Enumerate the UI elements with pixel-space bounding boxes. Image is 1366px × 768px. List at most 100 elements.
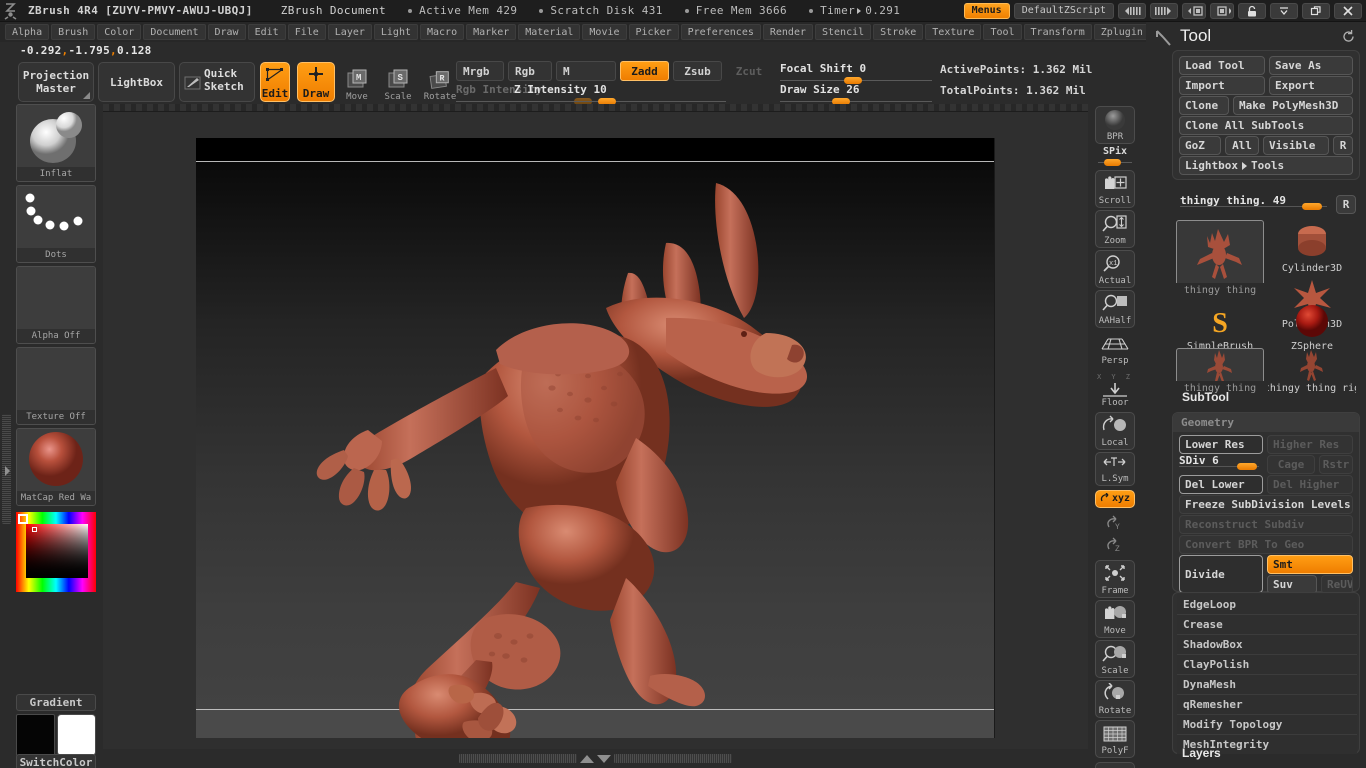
all-button[interactable]: All [1225, 136, 1259, 155]
prev-scroll-icon[interactable] [1118, 2, 1146, 19]
freeze-subdivision-levels-button[interactable]: Freeze SubDivision Levels [1179, 495, 1353, 514]
tool-thumb-thingy-thing[interactable]: thingy thing [1176, 220, 1264, 298]
menu-item-render[interactable]: Render [762, 24, 813, 40]
local-button[interactable]: Local [1095, 412, 1135, 450]
menu-item-zplugin[interactable]: Zplugin [1093, 24, 1150, 40]
rgb-button[interactable]: Rgb [508, 61, 552, 81]
mrgb-button[interactable]: Mrgb [456, 61, 504, 81]
menu-item-transform[interactable]: Transform [1023, 24, 1092, 40]
section-dynamesh[interactable]: DynaMesh [1177, 674, 1357, 694]
zcut-button[interactable]: Zcut [726, 61, 772, 81]
tool-thumb-zsphere[interactable]: ZSphere [1268, 302, 1356, 354]
transparency-button[interactable] [1095, 762, 1135, 768]
import-button[interactable]: Import [1179, 76, 1265, 95]
menu-item-movie[interactable]: Movie [582, 24, 627, 40]
make-polymesh3d-button[interactable]: Make PolyMesh3D [1233, 96, 1353, 115]
focal-shift-slider[interactable]: Focal Shift 0 [780, 62, 932, 84]
spix-slider[interactable] [1098, 159, 1132, 167]
scroll-track-right[interactable] [614, 754, 732, 763]
layers-section-title[interactable]: Layers [1182, 746, 1221, 760]
actual-size-button[interactable]: x1 Actual [1095, 250, 1135, 288]
menu-item-layer[interactable]: Layer [327, 24, 372, 40]
projection-master-button[interactable]: Projection Master [18, 62, 94, 102]
lsym-button[interactable]: L.Sym [1095, 452, 1135, 486]
goz-r-button[interactable]: R [1333, 136, 1353, 155]
sculpted-creature-model[interactable] [196, 138, 995, 738]
menu-item-material[interactable]: Material [518, 24, 581, 40]
del-higher-button[interactable]: Del Higher [1267, 475, 1353, 494]
lower-res-button[interactable]: Lower Res [1179, 435, 1263, 454]
menu-item-brush[interactable]: Brush [51, 24, 96, 40]
polyframe-button[interactable]: PolyF [1095, 720, 1135, 758]
goz-button[interactable]: GoZ [1179, 136, 1221, 155]
section-claypolish[interactable]: ClayPolish [1177, 654, 1357, 674]
tool-thumb-thingy-thing-2[interactable]: thingy thing [1176, 348, 1264, 396]
lightbox-button[interactable]: LightBox [98, 62, 175, 102]
zscript-button[interactable]: DefaultZScript [1013, 2, 1114, 19]
document-canvas[interactable] [196, 138, 995, 738]
menu-item-draw[interactable]: Draw [207, 24, 246, 40]
section-modify-topology[interactable]: Modify Topology [1177, 714, 1357, 734]
menu-item-edit[interactable]: Edit [247, 24, 286, 40]
section-crease[interactable]: Crease [1177, 614, 1357, 634]
left-tray-arrow-icon[interactable] [2, 462, 11, 480]
z-intensity-slider[interactable]: Z Intensity 10 [478, 83, 726, 105]
move-gizmo-button[interactable]: Move [1095, 600, 1135, 638]
canvas-ruler[interactable] [103, 104, 1088, 112]
menus-button[interactable]: Menus [963, 2, 1010, 19]
gradient-button[interactable]: Gradient [16, 694, 96, 711]
tool-thumb-cylinder3d[interactable]: Cylinder3D [1268, 220, 1356, 276]
current-stroke-swatch[interactable]: Dots [16, 185, 96, 263]
menu-item-texture[interactable]: Texture [925, 24, 982, 40]
reconstruct-subdiv-button[interactable]: Reconstruct Subdiv [1179, 515, 1353, 534]
menu-item-picker[interactable]: Picker [628, 24, 679, 40]
next-tray-icon[interactable] [1210, 2, 1234, 19]
move-mode-button[interactable]: M Move [338, 62, 376, 102]
menu-item-document[interactable]: Document [143, 24, 206, 40]
rstr-button[interactable]: Rstr [1319, 455, 1353, 474]
export-button[interactable]: Export [1269, 76, 1353, 95]
color-picker[interactable] [16, 512, 96, 592]
current-brush-swatch[interactable]: Inflat [16, 104, 96, 182]
z-symmetry-button[interactable]: Z [1095, 534, 1135, 556]
smt-button[interactable]: Smt [1267, 555, 1353, 574]
subtool-section-title[interactable]: SubTool [1182, 390, 1229, 404]
y-symmetry-button[interactable]: Y [1095, 512, 1135, 534]
draw-button[interactable]: Draw [297, 62, 335, 102]
canvas-horizontal-scrollbar[interactable] [103, 749, 1088, 768]
canvas-area[interactable] [103, 104, 1088, 749]
cage-button[interactable]: Cage [1267, 455, 1315, 474]
scroll-up-arrow-icon[interactable] [580, 754, 594, 763]
bpr-render-button[interactable]: BPR [1095, 106, 1135, 144]
scale-mode-button[interactable]: S Scale [379, 62, 417, 102]
floor-button[interactable]: X Y Z Floor [1095, 370, 1135, 410]
zadd-button[interactable]: Zadd [620, 61, 669, 81]
menu-item-marker[interactable]: Marker [466, 24, 517, 40]
menu-item-file[interactable]: File [287, 24, 326, 40]
menu-item-light[interactable]: Light [373, 24, 418, 40]
tool-name-slider[interactable]: thingy thing. 49 [1176, 194, 1331, 210]
divide-button[interactable]: Divide [1179, 555, 1263, 593]
section-qremesher[interactable]: qRemesher [1177, 694, 1357, 714]
scale-gizmo-button[interactable]: Scale [1095, 640, 1135, 678]
sdiv-slider[interactable]: SDiv 6 [1175, 454, 1263, 470]
zoom-button[interactable]: Zoom [1095, 210, 1135, 248]
convert-bpr-to-geo-button[interactable]: Convert BPR To Geo [1179, 535, 1353, 554]
draw-size-slider[interactable]: Draw Size 26 [780, 83, 932, 105]
visible-button[interactable]: Visible [1263, 136, 1329, 155]
prev-tray-icon[interactable] [1182, 2, 1206, 19]
clone-button[interactable]: Clone [1179, 96, 1229, 115]
geometry-header[interactable]: Geometry [1173, 413, 1359, 432]
rotate-mode-button[interactable]: R Rotate [419, 62, 461, 102]
tool-slider-reset-button[interactable]: R [1336, 195, 1356, 214]
clone-all-subtools-button[interactable]: Clone All SubTools [1179, 116, 1353, 135]
x-symmetry-button[interactable]: xyz [1095, 490, 1135, 508]
current-alpha-swatch[interactable]: Alpha Off [16, 266, 96, 344]
scroll-track-left[interactable] [459, 754, 577, 763]
edit-button[interactable]: Edit [260, 62, 290, 102]
secondary-color-swatch[interactable] [57, 714, 96, 756]
higher-res-button[interactable]: Higher Res [1267, 435, 1353, 454]
current-texture-swatch[interactable]: Texture Off [16, 347, 96, 425]
menu-item-color[interactable]: Color [97, 24, 142, 40]
scroll-down-arrow-icon[interactable] [597, 754, 611, 763]
